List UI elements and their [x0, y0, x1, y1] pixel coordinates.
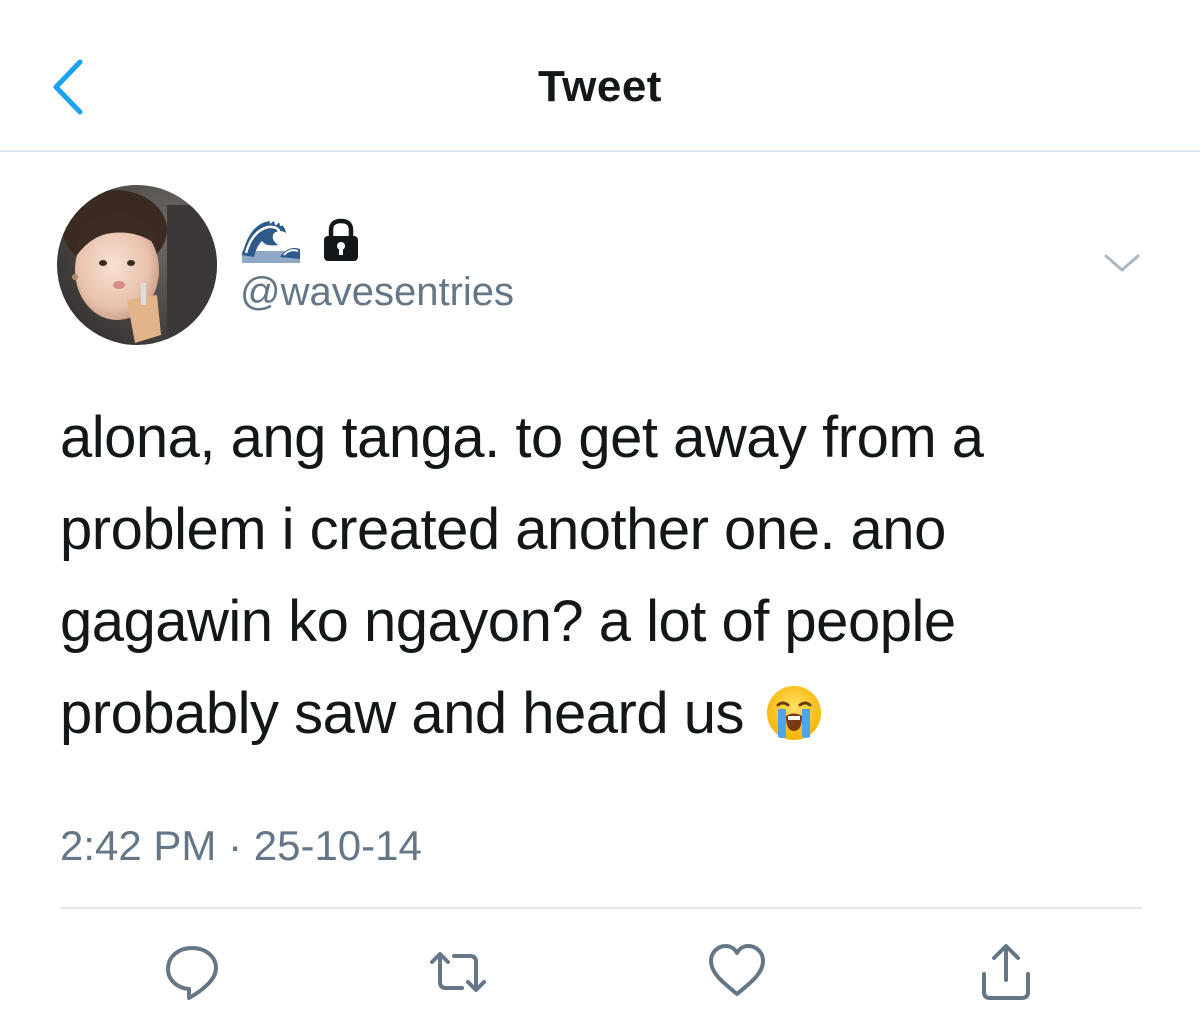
water-wave-emoji-icon — [242, 217, 300, 263]
lock-icon — [324, 218, 358, 261]
like-button[interactable] — [705, 940, 769, 1004]
divider — [60, 907, 1142, 909]
loudly-crying-face-emoji-icon — [766, 686, 821, 740]
share-icon — [982, 944, 1030, 1000]
chevron-down-icon — [1104, 254, 1140, 272]
page-title: Tweet — [538, 62, 662, 111]
display-name — [240, 214, 364, 266]
tweet-timestamp: 2:42 PM · 25-10-14 — [60, 822, 422, 869]
tweet-text: alona, ang tanga. to get away from a pro… — [60, 392, 1160, 760]
tweet-menu-button[interactable] — [1100, 248, 1144, 278]
like-icon — [709, 944, 765, 996]
tweet-line: problem i created another one. ano — [60, 497, 946, 562]
reply-icon — [166, 946, 218, 1000]
retweet-button[interactable] — [426, 940, 490, 1004]
user-handle[interactable]: @wavesentries — [240, 270, 514, 315]
share-button[interactable] — [974, 940, 1038, 1004]
tweet-line: gagawin ko ngayon? a lot of people — [60, 589, 956, 654]
tweet-line: alona, ang tanga. to get away from a — [60, 405, 984, 470]
avatar[interactable] — [57, 185, 217, 345]
retweet-icon — [430, 952, 486, 992]
tweet-line: probably saw and heard us — [60, 668, 1160, 760]
navigation-header: Tweet — [0, 0, 1200, 152]
reply-button[interactable] — [160, 940, 224, 1004]
